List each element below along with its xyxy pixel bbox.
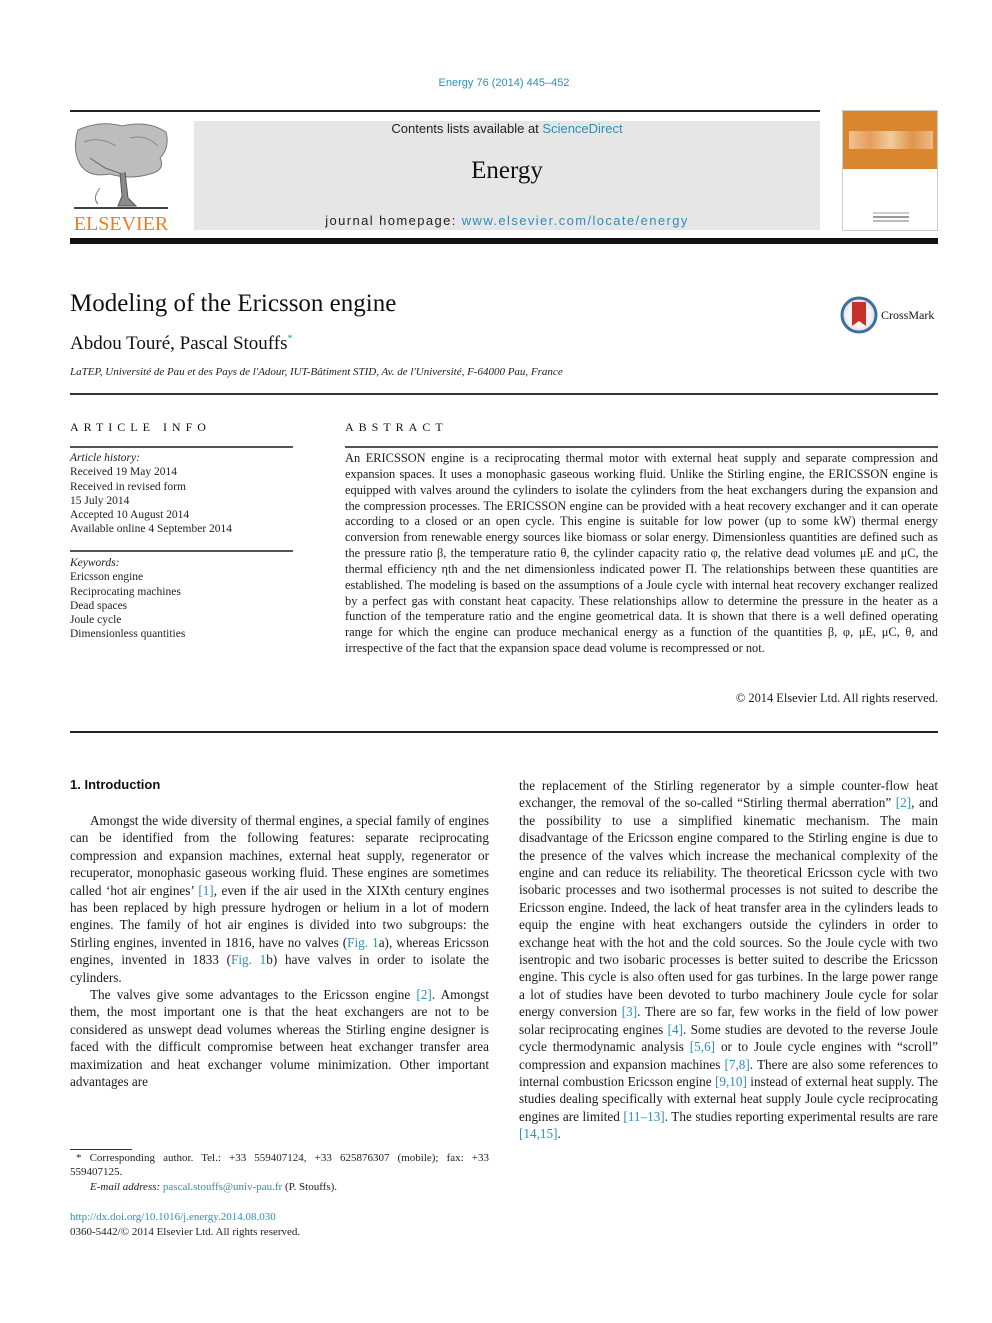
citation-link[interactable]: [2]: [896, 795, 911, 810]
article-history-label: Article history:: [70, 452, 140, 464]
history-item: Received in revised form: [70, 480, 186, 493]
history-item: Accepted 10 August 2014: [70, 509, 190, 522]
authors: Abdou Touré, Pascal Stouffs*: [70, 333, 293, 355]
abstract-text: An ERICSSON engine is a reciprocating th…: [345, 451, 938, 656]
paragraph-text: . The studies reporting experimental res…: [664, 1108, 938, 1124]
paragraph-text: the replacement of the Stirling regenera…: [519, 778, 938, 811]
elsevier-wordmark: ELSEVIER: [73, 213, 169, 235]
citation-link[interactable]: [4]: [668, 1022, 683, 1037]
corresponding-author-mark[interactable]: *: [288, 334, 293, 345]
citation-link[interactable]: [14,15]: [519, 1126, 557, 1141]
elsevier-tree-icon: [74, 123, 168, 209]
contents-prefix: Contents lists available at: [391, 121, 543, 136]
footnote: * Corresponding author. Tel.: +33 559407…: [70, 1151, 489, 1194]
keyword-item: Dead spaces: [70, 599, 128, 612]
body-paragraph: Amongst the wide diversity of thermal en…: [70, 812, 489, 986]
footnote-rule: [70, 1149, 132, 1150]
sciencedirect-link[interactable]: ScienceDirect: [542, 121, 622, 136]
journal-reference-link[interactable]: Energy 76 (2014) 445–452: [0, 77, 992, 89]
elsevier-logo[interactable]: ELSEVIER: [70, 118, 172, 234]
homepage-prefix: journal homepage:: [325, 213, 462, 228]
author-names: Abdou Touré, Pascal Stouffs: [70, 333, 288, 354]
citation-link[interactable]: [1]: [198, 883, 213, 898]
corresponding-author-note: * Corresponding author. Tel.: +33 559407…: [70, 1152, 489, 1179]
citation-link[interactable]: [3]: [622, 1004, 637, 1019]
paragraph-text: .: [557, 1126, 561, 1142]
issn-copyright: 0360-5442/© 2014 Elsevier Ltd. All right…: [70, 1226, 301, 1238]
journal-homepage: journal homepage: www.elsevier.com/locat…: [194, 213, 820, 228]
title-divider: [70, 393, 938, 395]
cover-publisher-mark: [873, 216, 909, 218]
header-top-rule: [70, 110, 820, 112]
crossmark-icon: [840, 296, 878, 334]
body-paragraph: The valves give some advantages to the E…: [70, 986, 489, 1090]
paper-title: Modeling of the Ericsson engine: [70, 290, 397, 317]
abstract-heading: ABSTRACT: [345, 420, 448, 434]
cover-title-graphic: [849, 131, 933, 149]
email-label: E-mail address:: [90, 1180, 163, 1193]
crossmark-button[interactable]: CrossMark: [840, 296, 950, 334]
body-paragraph: the replacement of the Stirling regenera…: [519, 777, 938, 1143]
crossmark-label: CrossMark: [881, 308, 935, 322]
citation-link[interactable]: Fig. 1: [347, 935, 379, 950]
email-suffix: (P. Stouffs).: [282, 1180, 338, 1193]
email-line: E-mail address: pascal.stouffs@univ-pau.…: [70, 1180, 489, 1194]
abstract-copyright: © 2014 Elsevier Ltd. All rights reserved…: [735, 691, 938, 705]
section-heading-introduction: 1. Introduction: [70, 777, 161, 792]
article-info-rule: [70, 446, 293, 448]
abstract-end-rule: [70, 731, 938, 733]
header-thick-rule: [70, 238, 938, 244]
citation-link[interactable]: [11–13]: [623, 1109, 664, 1124]
keywords: Keywords: Ericsson engine Reciprocating …: [70, 556, 185, 642]
keyword-item: Joule cycle: [70, 614, 122, 627]
body-column-left: Amongst the wide diversity of thermal en…: [70, 812, 489, 1091]
homepage-link[interactable]: www.elsevier.com/locate/energy: [462, 213, 689, 228]
body-column-right: the replacement of the Stirling regenera…: [519, 777, 938, 1143]
citation-link[interactable]: [7,8]: [725, 1057, 750, 1072]
article-history: Article history: Received 19 May 2014 Re…: [70, 451, 232, 537]
citation-link[interactable]: [5,6]: [690, 1039, 715, 1054]
keyword-item: Dimensionless quantities: [70, 628, 186, 641]
history-item: Available online 4 September 2014: [70, 523, 233, 536]
citation-link[interactable]: Fig. 1: [231, 952, 266, 967]
keyword-item: Ericsson engine: [70, 571, 144, 584]
citation-link[interactable]: [2]: [416, 987, 431, 1002]
journal-name: Energy: [471, 157, 543, 184]
history-item: 15 July 2014: [70, 494, 130, 507]
keyword-item: Reciprocating machines: [70, 585, 181, 598]
history-item: Received 19 May 2014: [70, 466, 177, 479]
article-info-heading: ARTICLE INFO: [70, 420, 211, 434]
abstract-rule: [345, 446, 938, 448]
doi-link[interactable]: http://dx.doi.org/10.1016/j.energy.2014.…: [70, 1211, 276, 1223]
journal-cover-thumbnail[interactable]: [842, 110, 938, 231]
citation-link[interactable]: [9,10]: [715, 1074, 747, 1089]
contents-availability: Contents lists available at ScienceDirec…: [194, 121, 820, 136]
paragraph-text: . Amongst them, the most important one i…: [70, 987, 489, 1090]
email-link[interactable]: pascal.stouffs@univ-pau.fr: [163, 1181, 282, 1193]
affiliation: LaTEP, Université de Pau et des Pays de …: [70, 366, 563, 378]
paragraph-text: , and the possibility to use a simplifie…: [519, 795, 938, 1020]
keywords-label: Keywords:: [70, 557, 120, 569]
paragraph-text: The valves give some advantages to the E…: [90, 987, 417, 1003]
keywords-rule: [70, 550, 293, 552]
